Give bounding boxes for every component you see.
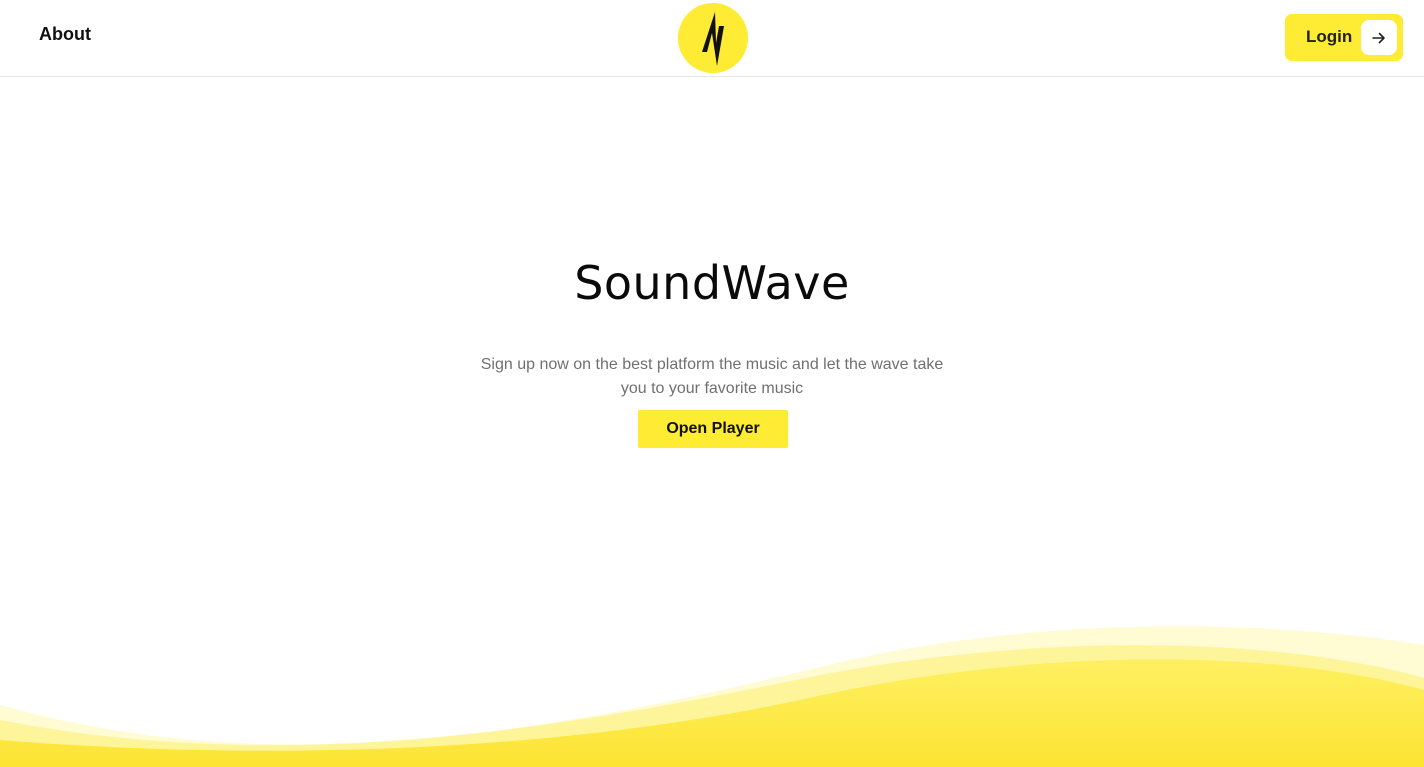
hero-title: SoundWave [574, 256, 850, 310]
login-button[interactable]: Login [1285, 14, 1403, 61]
login-button-label: Login [1306, 27, 1353, 46]
open-player-button[interactable]: Open Player [638, 410, 788, 448]
landing-page: About Login SoundWave Sign up now on the… [0, 0, 1424, 767]
top-navbar: About Login [0, 0, 1424, 77]
lightning-bolt-icon [702, 12, 724, 66]
about-link[interactable]: About [39, 24, 91, 45]
decorative-waves [0, 626, 1424, 767]
arrow-right-icon [1372, 32, 1385, 44]
brand-logo[interactable] [678, 3, 748, 73]
hero-subtitle: Sign up now on the best platform the mus… [480, 356, 944, 397]
login-arrow-box [1361, 20, 1397, 55]
